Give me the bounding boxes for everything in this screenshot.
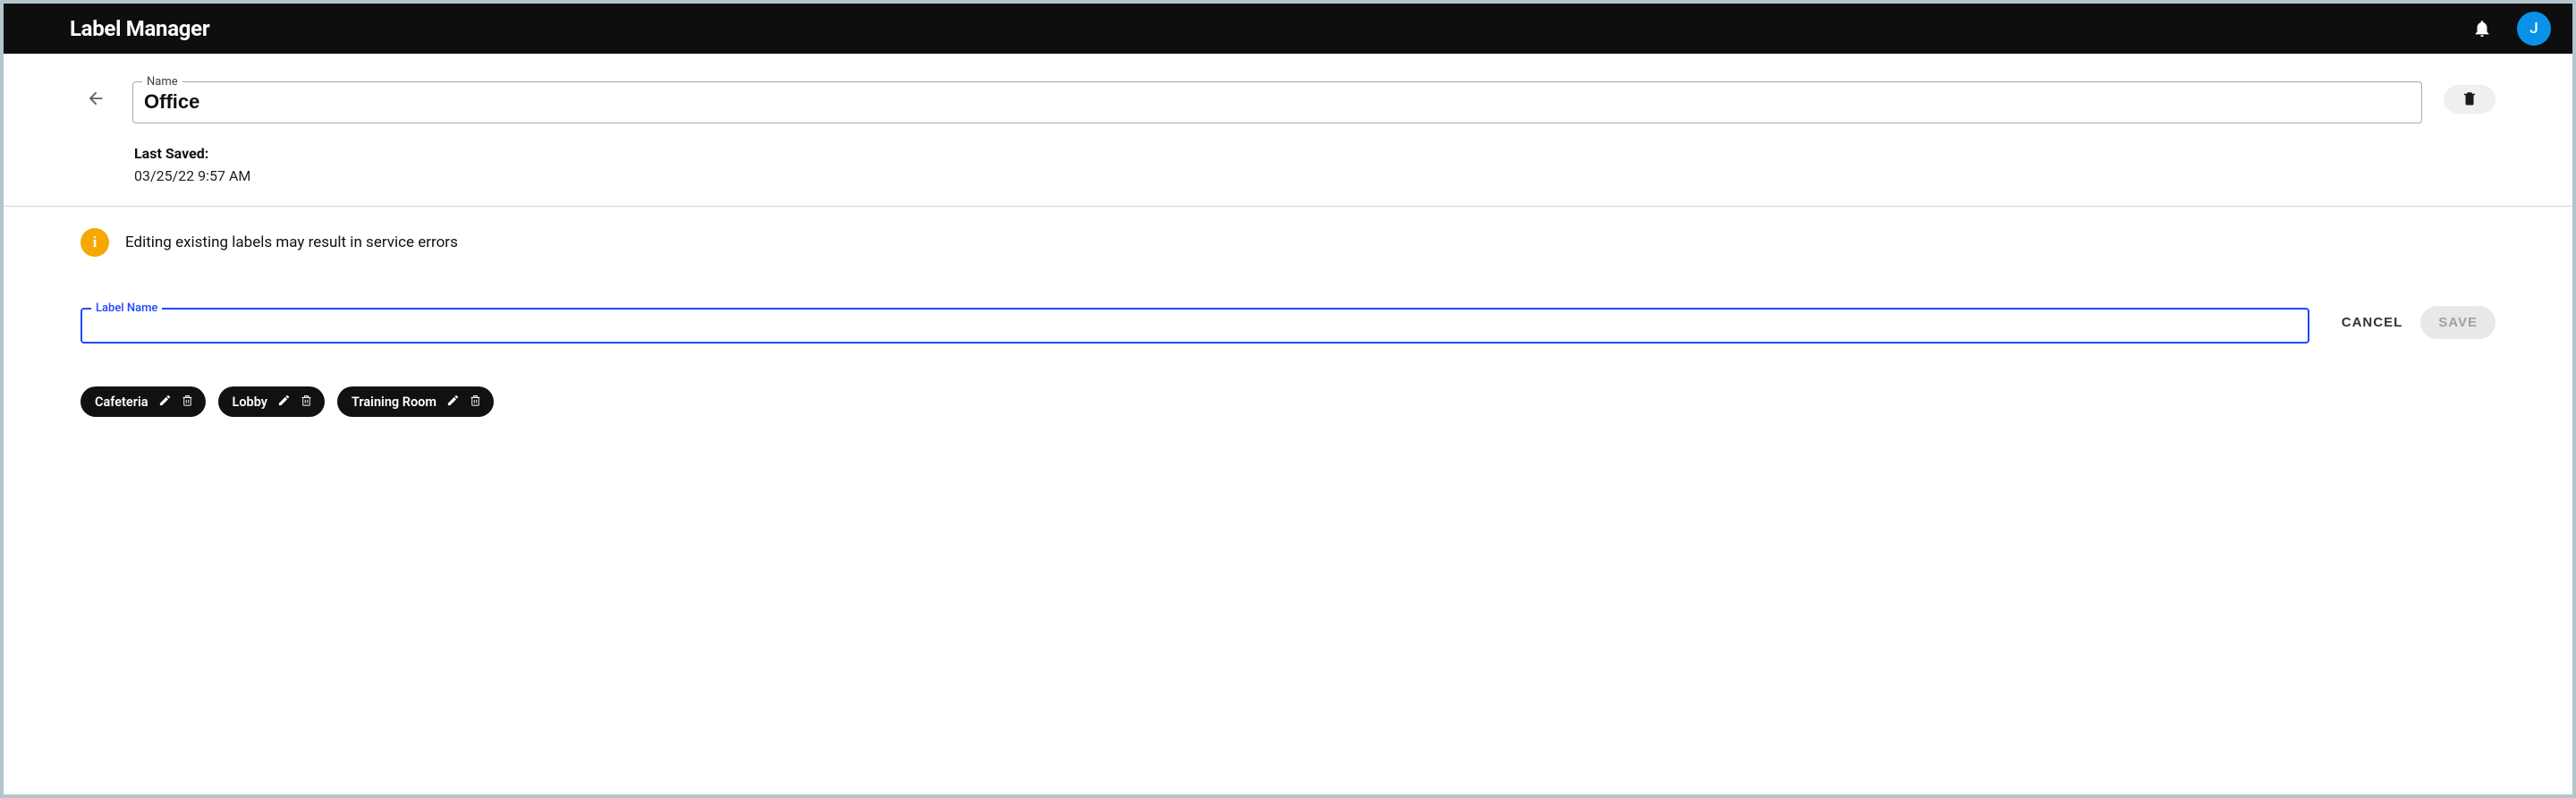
chip-label: Training Room xyxy=(352,395,436,410)
label-name-field: Label Name xyxy=(80,301,2309,344)
chip-edit-button[interactable] xyxy=(157,393,173,411)
trash-icon xyxy=(469,394,482,410)
pencil-icon xyxy=(277,394,291,410)
info-text: Editing existing labels may result in se… xyxy=(125,233,458,251)
header-actions: J xyxy=(2472,12,2551,46)
name-input[interactable] xyxy=(144,89,2411,114)
chip-label: Lobby xyxy=(233,395,267,410)
info-icon: i xyxy=(80,228,109,257)
avatar-initial: J xyxy=(2529,20,2538,38)
label-name-input[interactable] xyxy=(91,315,2299,333)
chip-delete-button[interactable] xyxy=(180,393,195,411)
chip-label: Cafeteria xyxy=(95,395,148,410)
delete-button[interactable] xyxy=(2444,85,2496,114)
cancel-button[interactable]: CANCEL xyxy=(2336,308,2409,337)
chip-edit-button[interactable] xyxy=(276,393,292,411)
chip-delete-button[interactable] xyxy=(468,393,483,411)
trash-icon xyxy=(181,394,194,410)
name-row: Name xyxy=(80,75,2496,123)
label-chip: Cafeteria xyxy=(80,386,206,417)
save-button[interactable]: SAVE xyxy=(2420,306,2496,339)
chip-actions xyxy=(276,393,314,411)
editor-header-section: Name Last Saved: 03/25/22 9:57 AM xyxy=(4,54,2572,207)
pencil-icon xyxy=(158,394,172,410)
chip-edit-button[interactable] xyxy=(445,393,461,411)
chip-actions xyxy=(445,393,483,411)
label-form-actions: CANCEL SAVE xyxy=(2336,306,2496,339)
last-saved-label: Last Saved: xyxy=(134,145,2496,162)
user-avatar[interactable]: J xyxy=(2517,12,2551,46)
arrow-left-icon xyxy=(86,89,106,111)
bell-icon xyxy=(2472,19,2492,38)
label-chip: Lobby xyxy=(218,386,325,417)
name-field: Name xyxy=(132,75,2422,123)
chip-delete-button[interactable] xyxy=(299,393,314,411)
info-banner: i Editing existing labels may result in … xyxy=(80,228,2496,257)
label-form-row: Label Name CANCEL SAVE xyxy=(80,301,2496,344)
notifications-button[interactable] xyxy=(2472,19,2492,38)
chip-actions xyxy=(157,393,195,411)
app-title: Label Manager xyxy=(70,16,209,41)
trash-icon xyxy=(2462,89,2478,110)
label-name-field-label: Label Name xyxy=(91,301,162,315)
labels-chip-row: Cafeteria Lobby Training Room xyxy=(80,386,2496,417)
name-field-label: Name xyxy=(142,75,182,89)
trash-icon xyxy=(300,394,313,410)
editor-body-section: i Editing existing labels may result in … xyxy=(4,207,2572,438)
meta-section: Last Saved: 03/25/22 9:57 AM xyxy=(134,145,2496,184)
pencil-icon xyxy=(446,394,460,410)
back-button[interactable] xyxy=(80,83,111,116)
last-saved-value: 03/25/22 9:57 AM xyxy=(134,167,2496,184)
app-header: Label Manager J xyxy=(4,4,2572,54)
app-container: Label Manager J Name xyxy=(4,4,2572,794)
label-chip: Training Room xyxy=(337,386,494,417)
